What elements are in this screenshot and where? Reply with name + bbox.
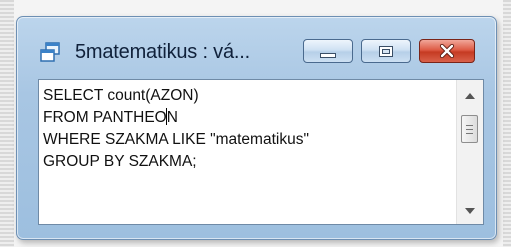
thumb-grip-icon (466, 125, 473, 126)
code-text-after-caret: N (166, 109, 178, 126)
background-stripes-right (503, 0, 511, 247)
code-line: SELECT count(AZON) (43, 87, 199, 104)
maximize-button[interactable] (361, 39, 411, 63)
query-window-icon[interactable] (39, 41, 61, 63)
code-line-with-caret: FROM PANTHEON (43, 107, 309, 129)
scroll-down-arrow-icon[interactable] (465, 208, 475, 214)
vertical-scrollbar[interactable] (456, 80, 483, 224)
code-text-before-caret: FROM PANTHEO (43, 109, 167, 126)
query-window: 5matematikus : vá... SELECT count(AZON) … (16, 16, 497, 240)
background-stripes-left (0, 0, 14, 247)
scroll-up-arrow-icon[interactable] (465, 93, 475, 99)
minimize-icon (320, 52, 336, 58)
window-title: 5matematikus : vá... (75, 41, 250, 63)
code-line: GROUP BY SZAKMA; (43, 153, 197, 170)
code-line: WHERE SZAKMA LIKE "matematikus" (43, 131, 309, 148)
minimize-button[interactable] (303, 39, 353, 63)
scrollbar-thumb[interactable] (461, 115, 478, 143)
maximize-icon (379, 45, 393, 57)
sql-code[interactable]: SELECT count(AZON) FROM PANTHEON WHERE S… (43, 85, 309, 173)
sql-editor[interactable]: SELECT count(AZON) FROM PANTHEON WHERE S… (38, 79, 484, 225)
title-bar[interactable]: 5matematikus : vá... (17, 17, 496, 67)
thumb-grip-icon (466, 129, 473, 130)
close-icon (439, 44, 455, 58)
close-button[interactable] (419, 39, 475, 63)
thumb-grip-icon (466, 133, 473, 134)
